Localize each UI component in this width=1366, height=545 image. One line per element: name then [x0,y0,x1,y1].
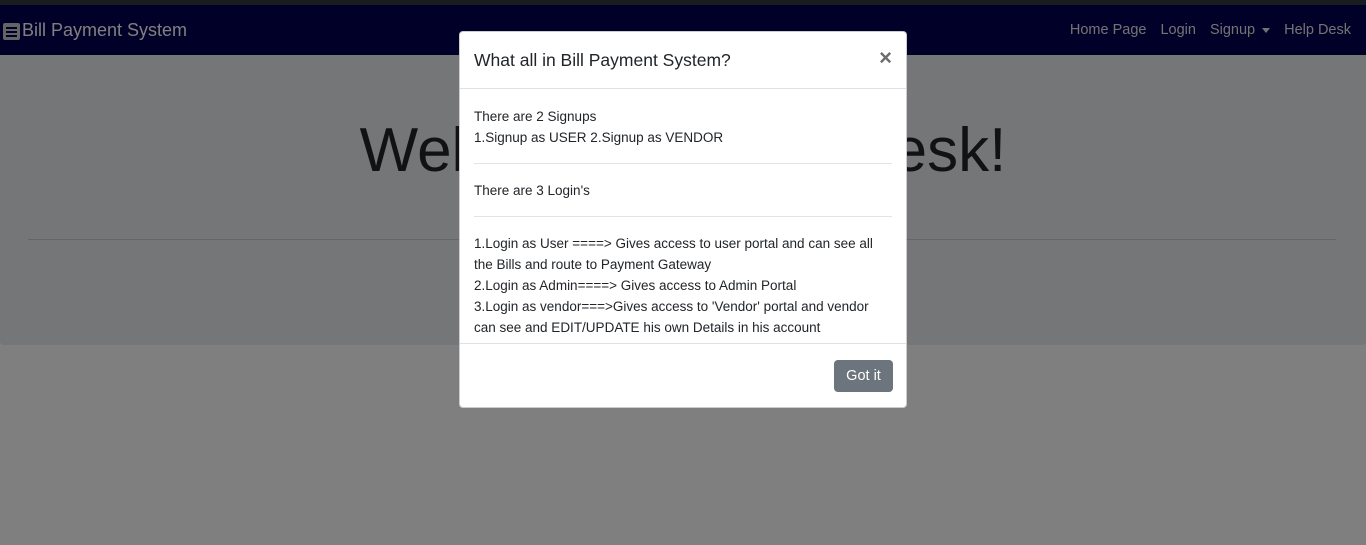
signups-intro: There are 2 Signups [474,109,597,124]
login-admin-text: 2.Login as Admin====> Gives access to Ad… [474,278,797,293]
login-vendor-text: 3.Login as vendor===>Gives access to 'Ve… [474,299,869,335]
login-user-text: 1.Login as User ====> Gives access to us… [474,236,873,272]
signups-detail: 1.Signup as USER 2.Signup as VENDOR [474,130,724,145]
divider [474,216,892,217]
got-it-button[interactable]: Got it [834,359,893,392]
close-icon[interactable]: × [879,47,892,69]
modal-header: What all in Bill Payment System? × [460,32,906,89]
modal-footer: Got it [460,343,906,407]
modal-body: There are 2 Signups 1.Signup as USER 2.S… [460,89,906,345]
info-modal: What all in Bill Payment System? × There… [459,31,907,408]
logins-intro: There are 3 Login's [474,183,590,198]
modal-title: What all in Bill Payment System? [474,49,731,70]
divider [474,163,892,164]
